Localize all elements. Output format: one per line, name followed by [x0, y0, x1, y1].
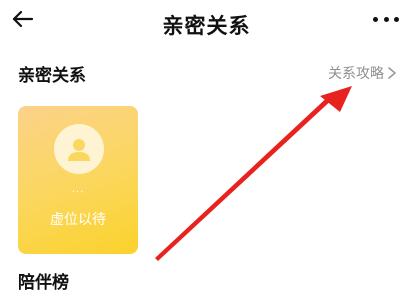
slot-name: ... [71, 184, 85, 195]
intimacy-section-title: 亲密关系 [18, 66, 86, 86]
user-icon [68, 139, 90, 161]
page-title: 亲密关系 [162, 14, 251, 38]
relationship-guide-label: 关系攻略 [328, 66, 384, 82]
companion-ranking-title: 陪伴榜 [18, 273, 69, 293]
slot-status-label: 虚位以待 [50, 212, 106, 228]
top-bar: 亲密关系 [0, 0, 413, 48]
more-dots-icon [383, 16, 389, 22]
more-button[interactable] [373, 11, 399, 27]
chevron-right-icon [388, 67, 396, 79]
relationship-guide-link[interactable]: 关系攻略 [328, 63, 397, 83]
more-dots-icon [373, 16, 378, 22]
more-dots-icon [394, 16, 399, 22]
arrow-head-icon [320, 86, 352, 112]
avatar [54, 124, 104, 174]
intimacy-slot-card[interactable]: ... 虚位以待 [18, 106, 138, 254]
arrow-shaft [155, 92, 336, 261]
